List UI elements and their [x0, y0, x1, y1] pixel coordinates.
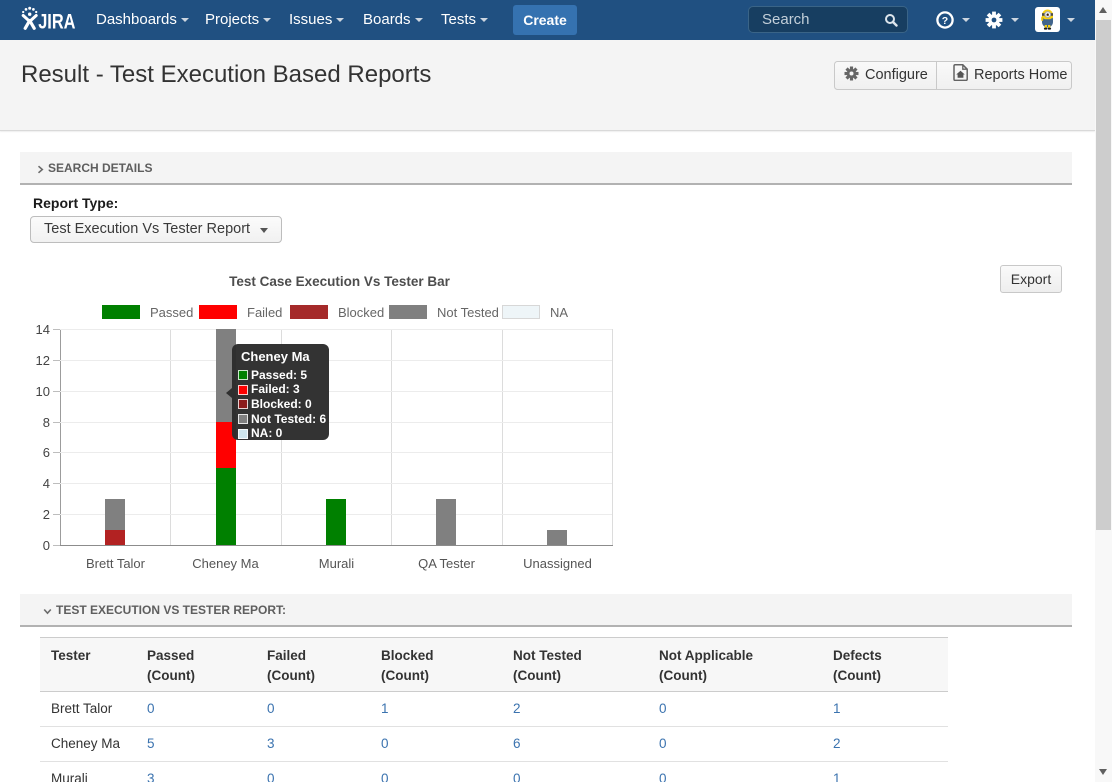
svg-text:JIRA: JIRA — [38, 9, 76, 32]
svg-text:?: ? — [942, 15, 948, 27]
